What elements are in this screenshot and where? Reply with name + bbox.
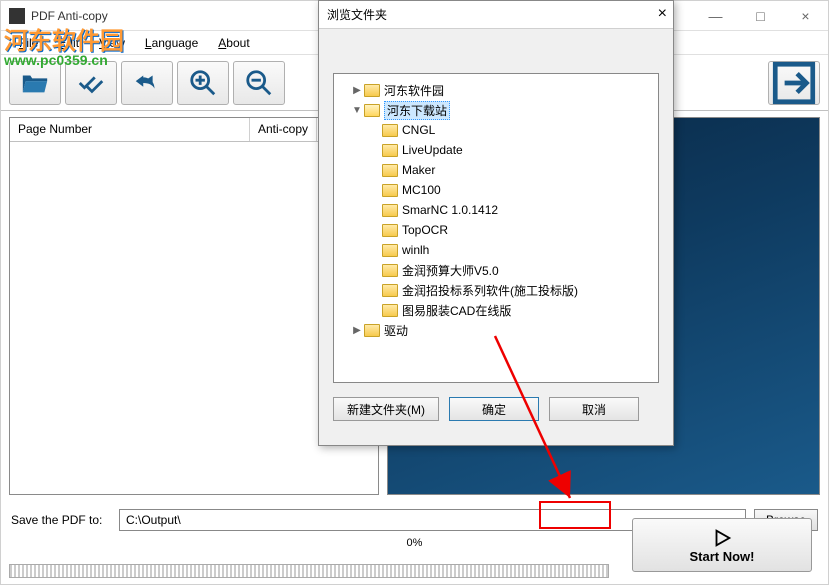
open-button[interactable] — [9, 61, 61, 105]
tree-label: SmarNC 1.0.1412 — [402, 203, 498, 217]
tree-item[interactable]: Maker — [338, 160, 654, 180]
tree-label: 河东下载站 — [384, 101, 450, 120]
new-folder-button[interactable]: 新建文件夹(M) — [333, 397, 439, 421]
undo-button[interactable] — [121, 61, 173, 105]
check-all-button[interactable] — [65, 61, 117, 105]
browse-folder-dialog: 浏览文件夹 × ▶ 河东软件园 ▼ 河东下载站 CNGL LiveUpdate Maker M… — [318, 0, 674, 446]
folder-icon — [382, 184, 398, 197]
cancel-button[interactable]: 取消 — [549, 397, 639, 421]
check-all-icon — [76, 68, 106, 98]
folder-icon — [382, 124, 398, 137]
menu-language[interactable]: LanguageLanguage — [135, 34, 208, 52]
tree-arrow-icon[interactable]: ▼ — [350, 105, 364, 116]
folder-icon — [382, 144, 398, 157]
zoom-out-icon — [244, 68, 274, 98]
tree-label: 金润预算大师V5.0 — [402, 262, 499, 279]
folder-icon — [364, 104, 380, 117]
folder-icon — [382, 244, 398, 257]
tree-item[interactable]: CNGL — [338, 120, 654, 140]
start-button[interactable]: Start Now! — [632, 518, 812, 572]
start-label: Start Now! — [690, 549, 755, 564]
menu-edit[interactable]: EditEdit — [48, 34, 89, 52]
menu-file[interactable]: FFileile — [9, 34, 48, 52]
folder-icon — [382, 284, 398, 297]
tree-arrow-icon[interactable]: ▶ — [350, 325, 364, 336]
menu-about[interactable]: AboutAbout — [208, 34, 259, 52]
tree-label: MC100 — [402, 183, 441, 197]
folder-icon — [364, 324, 380, 337]
play-icon — [711, 527, 733, 549]
dialog-title[interactable]: 浏览文件夹 × — [319, 1, 673, 29]
tree-label: 金润招投标系列软件(施工投标版) — [402, 282, 578, 299]
close-button[interactable]: × — [783, 1, 828, 30]
undo-icon — [132, 68, 162, 98]
tree-item[interactable]: winlh — [338, 240, 654, 260]
zoom-out-button[interactable] — [233, 61, 285, 105]
tree-item[interactable]: ▶ 河东软件园 — [338, 80, 654, 100]
window-title: PDF Anti-copy — [31, 9, 108, 23]
save-label: Save the PDF to: — [11, 513, 111, 527]
tree-arrow-icon[interactable]: ▶ — [350, 85, 364, 96]
open-folder-icon — [20, 68, 50, 98]
folder-icon — [364, 84, 380, 97]
minimize-button[interactable]: — — [693, 1, 738, 30]
tree-item[interactable]: 图易服装CAD在线版 — [338, 300, 654, 320]
ok-button[interactable]: 确定 — [449, 397, 539, 421]
tree-label: 河东软件园 — [384, 82, 444, 99]
app-icon — [9, 8, 25, 24]
dialog-close-button[interactable]: × — [658, 5, 667, 23]
maximize-button[interactable]: □ — [738, 1, 783, 30]
tree-label: TopOCR — [402, 223, 448, 237]
tree-item[interactable]: TopOCR — [338, 220, 654, 240]
tree-label: Maker — [402, 163, 435, 177]
tree-item[interactable]: ▼ 河东下载站 — [338, 100, 654, 120]
folder-icon — [382, 204, 398, 217]
folder-tree[interactable]: ▶ 河东软件园 ▼ 河东下载站 CNGL LiveUpdate Maker MC100 Smar… — [333, 73, 659, 383]
tree-label: 驱动 — [384, 322, 408, 339]
folder-icon — [382, 164, 398, 177]
folder-icon — [382, 224, 398, 237]
tree-item[interactable]: 金润招投标系列软件(施工投标版) — [338, 280, 654, 300]
tree-label: LiveUpdate — [402, 143, 463, 157]
exit-button[interactable] — [768, 61, 820, 105]
progress-bar — [9, 564, 609, 578]
zoom-in-icon — [188, 68, 218, 98]
folder-icon — [382, 264, 398, 277]
tree-item[interactable]: MC100 — [338, 180, 654, 200]
col-anti-copy[interactable]: Anti-copy — [250, 118, 317, 141]
tree-item[interactable]: ▶ 驱动 — [338, 320, 654, 340]
tree-item[interactable]: 金润预算大师V5.0 — [338, 260, 654, 280]
tree-label: 图易服装CAD在线版 — [402, 302, 511, 319]
exit-icon — [769, 58, 819, 108]
tree-item[interactable]: LiveUpdate — [338, 140, 654, 160]
zoom-in-button[interactable] — [177, 61, 229, 105]
folder-icon — [382, 304, 398, 317]
tree-item[interactable]: SmarNC 1.0.1412 — [338, 200, 654, 220]
tree-label: CNGL — [402, 123, 435, 137]
menu-view[interactable]: ViewView — [89, 34, 135, 52]
tree-label: winlh — [402, 243, 429, 257]
col-page-number[interactable]: Page Number — [10, 118, 250, 141]
